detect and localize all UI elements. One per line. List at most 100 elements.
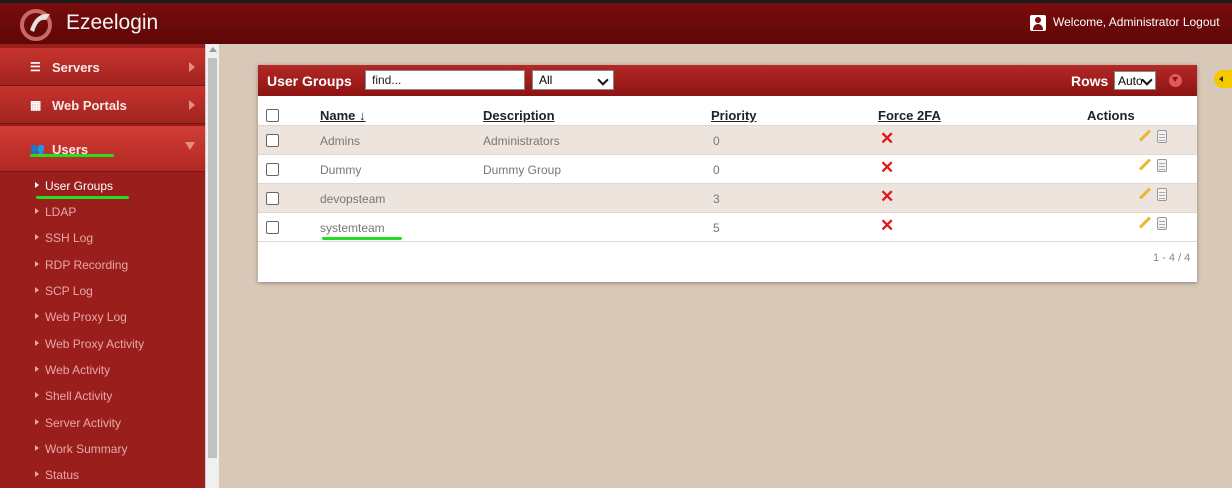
chevron-down-icon [1141,74,1153,86]
delete-trash-icon[interactable] [1157,217,1167,230]
cell-priority: 0 [713,134,720,148]
sidebar-item-users[interactable]: 👥 Users [0,126,205,172]
cell-name: Admins [320,134,361,148]
bullet-arrow-icon [35,366,39,372]
highlight-underline [322,237,402,240]
scrollbar-thumb[interactable] [208,58,217,458]
sidebar-subitem-shell-activity[interactable]: Shell Activity [0,383,205,409]
sidebar-subitem-label: Server Activity [45,416,122,430]
column-header-name[interactable]: Name ↓ [320,108,366,123]
sidebar-subitem-label: LDAP [45,205,77,219]
sidebar-subitem-label: SSH Log [45,231,94,245]
edit-pencil-icon[interactable] [1138,216,1152,229]
sidebar-item-web-portals[interactable]: ▦ Web Portals [0,86,205,124]
cell-priority: 0 [713,163,720,177]
rows-select[interactable]: Auto [1114,71,1156,90]
cell-name: devopsteam [320,192,386,206]
row-checkbox[interactable] [266,134,279,147]
cell-name: Dummy [320,163,362,177]
panel-toggle-tab[interactable] [1214,70,1232,88]
top-bar: Ezeelogin Welcome, Administrator Logout [0,0,1232,44]
select-all-checkbox[interactable] [266,109,279,122]
welcome-logout-text[interactable]: Welcome, Administrator Logout [1053,15,1220,29]
sidebar-item-servers[interactable]: ☰ Servers [0,48,205,86]
cell-description: Administrators [483,134,560,148]
bullet-arrow-icon [35,392,39,398]
rows-label: Rows [1071,73,1109,89]
bullet-arrow-icon [35,234,39,240]
table-divider [258,241,1197,242]
sidebar-item-label: Web Portals [52,98,127,113]
bullet-arrow-icon [35,208,39,214]
collapse-panel-button[interactable] [1169,74,1182,87]
force-2fa-disabled-icon: ✕ [880,187,895,206]
sidebar-subitem-scp-log[interactable]: SCP Log [0,278,205,304]
sidebar-subitem-web-proxy-activity[interactable]: Web Proxy Activity [0,331,205,357]
force-2fa-disabled-icon: ✕ [880,216,895,235]
sidebar-subitem-label: RDP Recording [45,258,129,272]
delete-trash-icon[interactable] [1157,130,1167,143]
column-header-label: Name [320,108,356,123]
rows-select-value: Auto [1118,74,1143,88]
sort-down-arrow-icon: ↓ [359,108,366,123]
search-input[interactable] [365,70,525,90]
sidebar-subitem-ldap[interactable]: LDAP [0,199,205,225]
bullet-arrow-icon [35,287,39,293]
sidebar-scrollbar[interactable] [205,44,219,488]
sidebar-subitem-label: Work Summary [45,442,128,456]
sidebar-subitem-label: Shell Activity [45,389,113,403]
bullet-arrow-icon [35,445,39,451]
table-row[interactable]: Dummy Dummy Group 0 ✕ [258,154,1197,184]
sidebar-subitem-work-summary[interactable]: Work Summary [0,436,205,462]
sidebar: ☰ Servers ▦ Web Portals 👥 Users User Gro… [0,44,205,488]
delete-trash-icon[interactable] [1157,188,1167,201]
pagination-info: 1 - 4 / 4 [1153,252,1191,264]
grid-icon: ▦ [30,98,42,112]
sidebar-subitem-status[interactable]: Status [0,462,205,488]
column-header-actions: Actions [1087,108,1135,123]
scroll-up-icon[interactable] [209,47,217,52]
force-2fa-disabled-icon: ✕ [880,129,895,148]
sidebar-subitem-server-activity[interactable]: Server Activity [0,410,205,436]
filter-select[interactable]: All [532,70,614,90]
highlight-underline [30,154,114,157]
sidebar-subitem-rdp-recording[interactable]: RDP Recording [0,252,205,278]
cell-name: systemteam [320,221,385,235]
delete-trash-icon[interactable] [1157,159,1167,172]
row-checkbox[interactable] [266,221,279,234]
row-checkbox[interactable] [266,163,279,176]
bullet-arrow-icon [35,182,39,188]
bullet-arrow-icon [35,471,39,477]
column-header-force-2fa[interactable]: Force 2FA [878,108,941,123]
table-row[interactable]: devopsteam 3 ✕ [258,183,1197,213]
user-groups-panel: User Groups All Rows Auto Name ↓ Descrip… [258,65,1197,282]
bullet-arrow-icon [35,261,39,267]
ezeelogin-logo-icon[interactable] [16,6,56,42]
app-brand: Ezeelogin [66,11,159,34]
panel-title: User Groups [267,73,352,89]
table-row[interactable]: Admins Administrators 0 ✕ [258,125,1197,155]
edit-pencil-icon[interactable] [1138,187,1152,200]
sidebar-subitem-ssh-log[interactable]: SSH Log [0,225,205,251]
edit-pencil-icon[interactable] [1138,158,1152,171]
sidebar-subitem-label: Web Activity [45,363,111,377]
row-checkbox[interactable] [266,192,279,205]
column-header-priority[interactable]: Priority [711,108,757,123]
sidebar-subitem-web-proxy-log[interactable]: Web Proxy Log [0,304,205,330]
sidebar-subitem-label: SCP Log [45,284,93,298]
filter-select-value: All [539,73,553,87]
bullet-arrow-icon [35,313,39,319]
chevron-down-icon [185,142,195,150]
sidebar-subitem-label: Web Proxy Activity [45,337,145,351]
edit-pencil-icon[interactable] [1138,129,1152,142]
column-header-description[interactable]: Description [483,108,555,123]
bullet-arrow-icon [35,340,39,346]
cell-priority: 5 [713,221,720,235]
chevron-right-icon [189,62,195,72]
sidebar-subitem-label: Status [45,468,80,482]
sidebar-subitem-web-activity[interactable]: Web Activity [0,357,205,383]
chevron-right-icon [189,100,195,110]
user-icon [1030,15,1046,31]
sidebar-subitem-label: User Groups [45,179,114,193]
cell-priority: 3 [713,192,720,206]
